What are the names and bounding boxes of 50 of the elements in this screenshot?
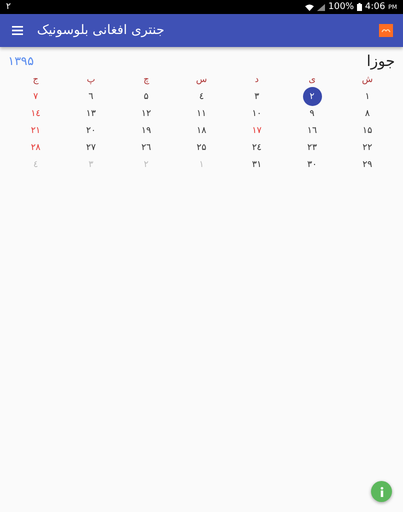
weekday-header: پ bbox=[86, 74, 96, 84]
day-number[interactable]: ۱۹ bbox=[141, 126, 152, 136]
app-logo-icon bbox=[379, 24, 393, 37]
day-number[interactable]: ۱۲ bbox=[141, 108, 152, 118]
day-number[interactable]: ٤ bbox=[199, 92, 204, 102]
day-number[interactable]: ۸ bbox=[364, 108, 370, 118]
day-number[interactable]: ۲۰ bbox=[86, 126, 96, 136]
day-number[interactable]: ۲۵ bbox=[196, 142, 206, 152]
day-number[interactable]: ۱۷ bbox=[252, 126, 262, 136]
day-number[interactable]: ۲۱ bbox=[30, 126, 40, 136]
wifi-icon bbox=[305, 4, 314, 10]
weekday-header: س bbox=[196, 74, 208, 84]
clock: 4:06 bbox=[364, 2, 386, 12]
day-number[interactable]: ۲٤ bbox=[252, 142, 262, 152]
weekday-header: چ bbox=[143, 74, 150, 84]
day-number[interactable]: ۲٦ bbox=[141, 142, 152, 152]
signal-icon bbox=[317, 4, 326, 10]
day-number[interactable]: ۱۸ bbox=[196, 126, 206, 136]
weekday-header: ج bbox=[32, 74, 39, 84]
day-number[interactable]: ۲۳ bbox=[307, 142, 317, 152]
day-number[interactable]: ۹ bbox=[310, 108, 314, 118]
day-number[interactable]: ۳۱ bbox=[252, 160, 262, 170]
day-number[interactable]: ۵ bbox=[144, 92, 149, 102]
notification-text: ۲ bbox=[6, 2, 11, 12]
day-number[interactable]: ۷ bbox=[33, 92, 38, 102]
day-number[interactable]: ۳۰ bbox=[307, 160, 317, 170]
app-title: جنتری افغانی بلوسونیک bbox=[37, 23, 166, 38]
day-number[interactable]: ۱ bbox=[364, 92, 370, 102]
day-number[interactable]: ۱۳ bbox=[86, 108, 96, 118]
day-number[interactable]: ٦ bbox=[88, 92, 94, 102]
day-number[interactable]: ۲۹ bbox=[362, 160, 372, 170]
battery-percent: 100% bbox=[328, 2, 354, 12]
selected-day[interactable]: ۲ bbox=[302, 87, 322, 106]
month-label: جوزا bbox=[366, 52, 395, 70]
battery-icon bbox=[356, 3, 362, 11]
day-number[interactable]: ۲۷ bbox=[86, 142, 96, 152]
menu-icon[interactable] bbox=[12, 26, 23, 35]
day-number[interactable]: ۲۸ bbox=[30, 142, 40, 152]
year-label: ۱۳۹۵ bbox=[8, 54, 34, 68]
day-number[interactable]: ۱۵ bbox=[362, 126, 372, 136]
day-number[interactable]: ۳ bbox=[254, 92, 260, 102]
weekday-header: ی bbox=[308, 74, 316, 84]
day-number[interactable]: ۲۲ bbox=[362, 142, 372, 152]
day-number[interactable]: ۱٦ bbox=[307, 126, 317, 136]
info-icon bbox=[380, 486, 384, 496]
day-number[interactable]: ۱۰ bbox=[252, 108, 262, 118]
weekday-header: ش bbox=[362, 74, 373, 84]
day-number[interactable]: ۱۱ bbox=[196, 108, 206, 118]
weekday-header: د bbox=[254, 74, 259, 84]
day-number[interactable]: ۱٤ bbox=[30, 108, 40, 118]
